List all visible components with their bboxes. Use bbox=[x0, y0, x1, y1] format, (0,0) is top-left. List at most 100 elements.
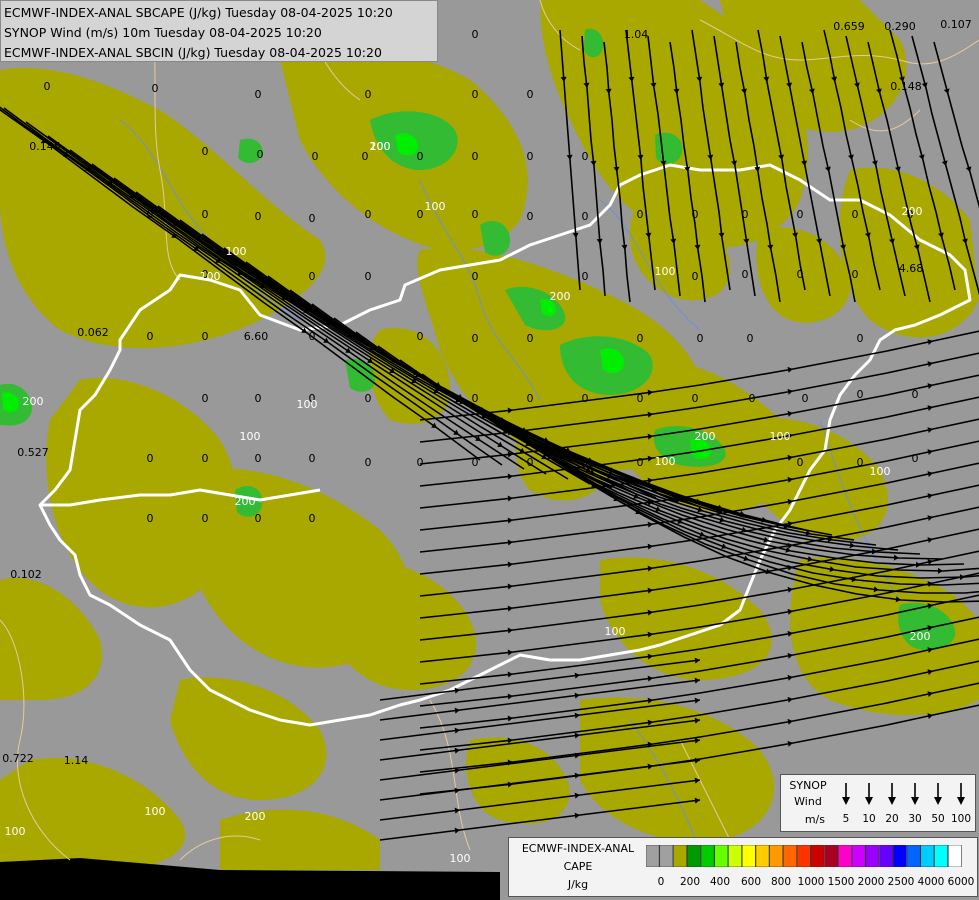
cin-label: 0 bbox=[582, 392, 589, 405]
cape-scale-tick: 6000 bbox=[947, 876, 975, 888]
cin-label: 0 bbox=[365, 208, 372, 221]
cin-label: 0.527 bbox=[17, 446, 49, 459]
cin-label: 0 bbox=[255, 452, 262, 465]
cin-label: 4.68 bbox=[899, 262, 924, 275]
wind-legend-title1: SYNOP bbox=[789, 779, 827, 792]
cape-scale-tick: 800 bbox=[770, 876, 792, 888]
cin-label: 0.145 bbox=[29, 140, 61, 153]
cape-scale-tick: 1000 bbox=[797, 876, 825, 888]
cape-legend-name1: ECMWF-INDEX-ANAL bbox=[521, 842, 635, 855]
cin-label: 0 bbox=[312, 150, 319, 163]
cape-color-swatch bbox=[755, 845, 770, 867]
cin-label: 0 bbox=[202, 392, 209, 405]
cape-scale-tick: 2000 bbox=[857, 876, 885, 888]
contour-label: 100 bbox=[655, 265, 676, 278]
cin-label: 0 bbox=[417, 150, 424, 163]
cape-color-swatch bbox=[714, 845, 729, 867]
cin-label: 0 bbox=[44, 80, 51, 93]
cin-label: 0 bbox=[852, 208, 859, 221]
cape-color-swatch bbox=[865, 845, 880, 867]
cin-label: 0 bbox=[692, 270, 699, 283]
cape-color-swatch bbox=[700, 845, 715, 867]
cin-label: 0 bbox=[472, 28, 479, 41]
map-title-box: ECMWF-INDEX-ANAL SBCAPE (J/kg) Tuesday 0… bbox=[0, 0, 438, 62]
cin-label: 0 bbox=[147, 208, 154, 221]
cin-label: 0 bbox=[527, 332, 534, 345]
cape-legend-unit: J/kg bbox=[567, 878, 589, 891]
cin-label: 0.722 bbox=[2, 752, 34, 765]
cin-label: 0 bbox=[472, 392, 479, 405]
cin-label: 0 bbox=[527, 456, 534, 469]
cape-color-swatch bbox=[851, 845, 866, 867]
cin-label: 0 bbox=[749, 392, 756, 405]
cin-label: 0 bbox=[697, 332, 704, 345]
cin-label: 0 bbox=[582, 150, 589, 163]
cin-label: 0 bbox=[912, 388, 919, 401]
cin-label: 0 bbox=[202, 208, 209, 221]
contour-label: 100 bbox=[770, 430, 791, 443]
wind-legend-title2: Wind bbox=[794, 795, 822, 808]
cin-label: 0 bbox=[912, 452, 919, 465]
cin-label: 0 bbox=[857, 456, 864, 469]
cin-label: 0 bbox=[527, 150, 534, 163]
cin-label: 0 bbox=[309, 270, 316, 283]
cin-label: 0 bbox=[202, 330, 209, 343]
cin-label: 0 bbox=[637, 332, 644, 345]
cape-color-swatch bbox=[646, 845, 660, 867]
weather-map: 0 0 0 0 0 0 0 0 0 0 0 0 0 0 0 0 0 0 0 0 0 0 0 0 0 0 0 0 0 0 0 0 0 0 0 0 0 0 0 0… bbox=[0, 0, 979, 900]
wind-legend-arrow-icon bbox=[948, 779, 974, 807]
contour-label: 100 bbox=[450, 852, 471, 865]
cape-color-swatch bbox=[728, 845, 742, 867]
cin-label: 0 bbox=[742, 268, 749, 281]
cin-label: 0 bbox=[582, 270, 589, 283]
contour-label: 100 bbox=[425, 200, 446, 213]
cape-color-swatch bbox=[673, 845, 687, 867]
cape-color-swatch bbox=[741, 845, 756, 867]
cape-scale-tick: 600 bbox=[740, 876, 762, 888]
cape-legend-name2: CAPE bbox=[563, 860, 593, 873]
cin-label: 0 bbox=[797, 208, 804, 221]
cape-color-swatch bbox=[879, 845, 894, 867]
contour-label: 100 bbox=[870, 465, 891, 478]
cin-label: 0 bbox=[362, 150, 369, 163]
cin-label: 0 bbox=[365, 270, 372, 283]
contour-label: 100 bbox=[240, 430, 261, 443]
contour-label: 100 bbox=[145, 805, 166, 818]
cin-label: 0 bbox=[637, 208, 644, 221]
cape-color-swatch bbox=[906, 845, 921, 867]
cape-color-scale bbox=[646, 845, 962, 867]
cape-color-swatch bbox=[796, 845, 811, 867]
cin-label: 0 bbox=[255, 88, 262, 101]
cin-label: 0 bbox=[365, 88, 372, 101]
title-sbcape: ECMWF-INDEX-ANAL SBCAPE (J/kg) Tuesday 0… bbox=[4, 5, 393, 20]
contour-label: 200 bbox=[245, 810, 266, 823]
cin-label: 0 bbox=[202, 512, 209, 525]
cin-label: 0 bbox=[857, 332, 864, 345]
cin-label: 0 bbox=[202, 145, 209, 158]
cape-color-swatch bbox=[824, 845, 839, 867]
cin-label: 0 bbox=[309, 212, 316, 225]
cin-label: 0 bbox=[472, 332, 479, 345]
title-synop-wind: SYNOP Wind (m/s) 10m Tuesday 08-04-2025 … bbox=[4, 25, 322, 40]
cin-label: 0 bbox=[309, 512, 316, 525]
wind-legend-unit: m/s bbox=[804, 813, 825, 826]
cape-color-swatch bbox=[659, 845, 674, 867]
cin-label: 0 bbox=[255, 270, 262, 283]
cin-label: 0 bbox=[747, 332, 754, 345]
cin-label: 0 bbox=[472, 88, 479, 101]
contour-label: 100 bbox=[605, 625, 626, 638]
cape-color-swatch bbox=[810, 845, 825, 867]
cin-label: 0 bbox=[472, 270, 479, 283]
cin-label: 0 bbox=[637, 456, 644, 469]
contour-label: 200 bbox=[370, 140, 391, 153]
contour-label: 100 bbox=[226, 245, 247, 258]
cin-label: 0 bbox=[417, 330, 424, 343]
cin-label: 0 bbox=[527, 392, 534, 405]
cape-scale-tick: 2500 bbox=[887, 876, 915, 888]
contour-label: 200 bbox=[550, 290, 571, 303]
cin-label: 1.14 bbox=[64, 754, 89, 767]
cape-scale-tick: 200 bbox=[679, 876, 701, 888]
cin-label: 0 bbox=[857, 388, 864, 401]
cape-color-swatch bbox=[893, 845, 907, 867]
title-sbcin: ECMWF-INDEX-ANAL SBCIN (J/kg) Tuesday 08… bbox=[4, 45, 382, 60]
